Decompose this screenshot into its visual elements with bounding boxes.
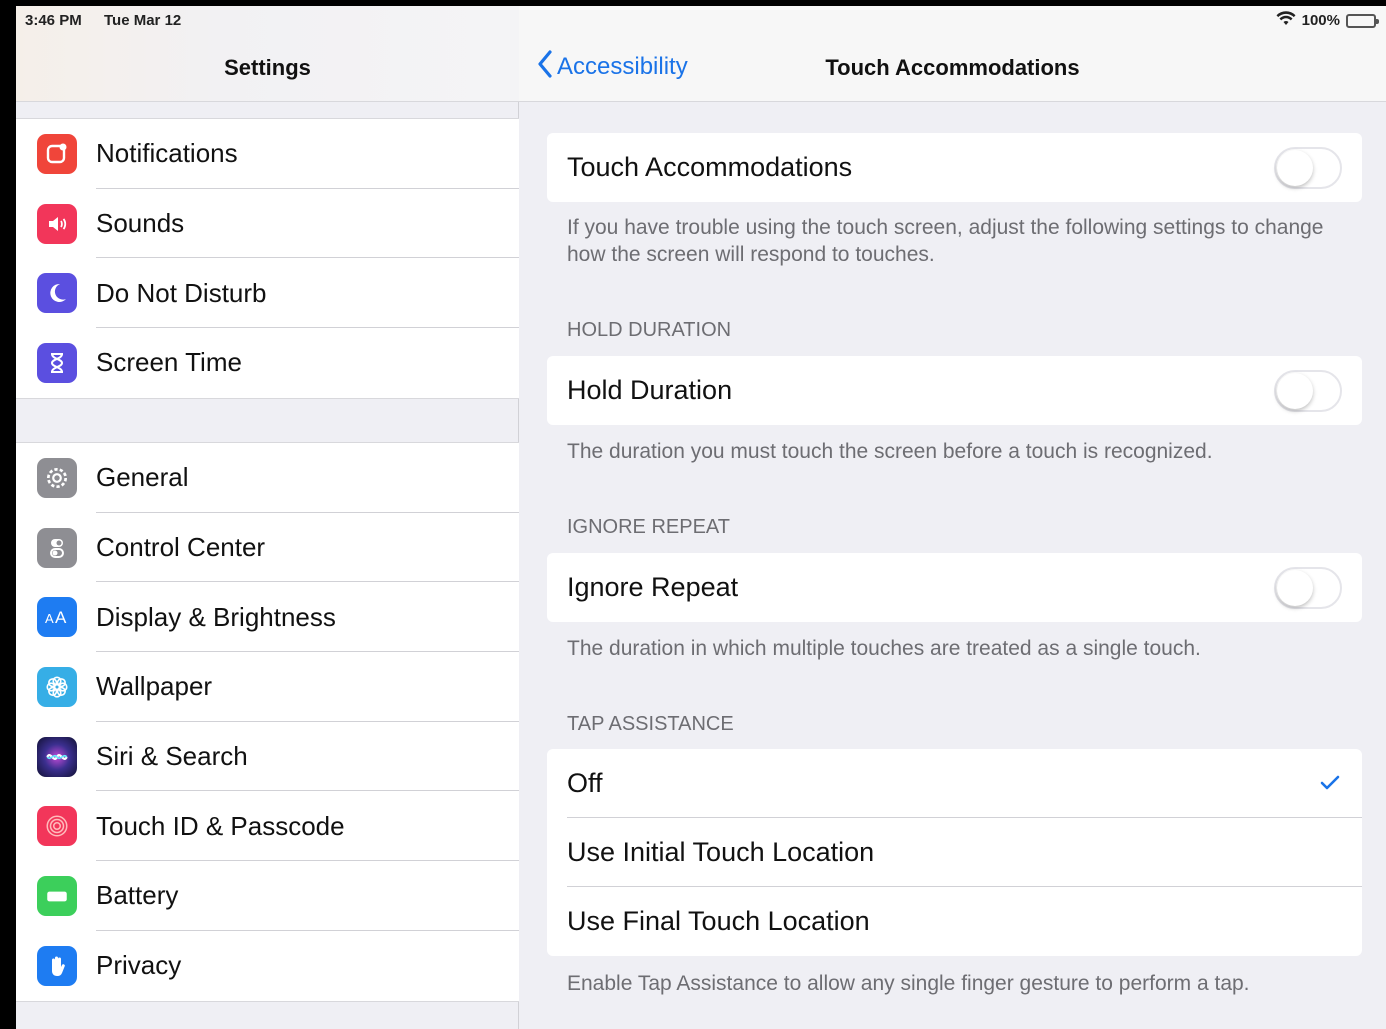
tap-option-final[interactable]: Use Final Touch Location (547, 887, 1362, 956)
hold-duration-row: Hold Duration (547, 356, 1362, 425)
hand-icon (37, 945, 77, 986)
sidebar-item-label: Display & Brightness (96, 601, 336, 632)
touch-accommodations-label: Touch Accommodations (567, 152, 853, 182)
tap-option-label: Use Initial Touch Location (567, 837, 875, 867)
ignore-repeat-header: IGNORE REPEAT (567, 516, 730, 538)
touch-accommodations-row: Touch Accommodations (547, 133, 1362, 202)
settings-group-1: Notifications Sounds Do Not Disturb Scre… (16, 118, 519, 399)
sidebar-header: 3:46 PM Tue Mar 12 Settings (16, 6, 519, 102)
status-right: 100% (1276, 11, 1379, 30)
sidebar-item-label: Sounds (96, 208, 185, 239)
sidebar-item-screen-time[interactable]: Screen Time (16, 328, 519, 398)
gear-icon (37, 457, 77, 498)
sidebar-item-label: Notifications (96, 138, 238, 169)
sidebar-item-battery[interactable]: Battery (16, 861, 519, 931)
settings-sidebar: 3:46 PM Tue Mar 12 Settings Notification… (16, 6, 519, 1029)
svg-text:A: A (45, 611, 54, 626)
fingerprint-icon (37, 806, 77, 847)
hourglass-icon (37, 342, 77, 383)
aa-icon: AA (37, 597, 77, 638)
hold-duration-label: Hold Duration (567, 375, 733, 405)
switches-icon (37, 527, 77, 568)
ignore-repeat-card: Ignore Repeat (547, 553, 1362, 622)
tap-option-label: Off (567, 768, 603, 798)
notifications-icon (37, 133, 77, 174)
tap-option-label: Use Final Touch Location (567, 906, 870, 936)
toggle-knob (1277, 569, 1313, 606)
sidebar-item-label: Privacy (96, 950, 182, 981)
tap-assistance-header: TAP ASSISTANCE (567, 713, 734, 735)
ignore-repeat-label: Ignore Repeat (567, 572, 739, 602)
detail-pane: 100% Accessibility Touch Accommodations … (519, 6, 1386, 1029)
sidebar-item-siri-search[interactable]: Siri & Search (16, 722, 519, 792)
sidebar-title: Settings (224, 55, 311, 80)
sidebar-item-do-not-disturb[interactable]: Do Not Disturb (16, 258, 519, 329)
sidebar-item-notifications[interactable]: Notifications (16, 119, 519, 189)
ignore-repeat-row: Ignore Repeat (547, 553, 1362, 622)
touch-accommodations-card: Touch Accommodations (547, 133, 1362, 202)
sidebar-item-privacy[interactable]: Privacy (16, 931, 519, 1001)
touch-accommodations-toggle[interactable] (1274, 146, 1342, 189)
siri-icon (37, 736, 77, 777)
sidebar-item-wallpaper[interactable]: Wallpaper (16, 652, 519, 722)
sidebar-item-label: Control Center (96, 532, 266, 563)
tap-option-off[interactable]: Off (547, 749, 1362, 818)
hold-duration-footer: The duration you must touch the screen b… (567, 440, 1213, 463)
status-battery-icon (1346, 13, 1379, 28)
sidebar-item-label: Battery (96, 880, 179, 911)
sidebar-item-label: Screen Time (96, 347, 242, 378)
tap-assistance-card: Off Use Initial Touch Location Use Final… (547, 749, 1362, 956)
hold-duration-header: HOLD DURATION (567, 319, 732, 341)
flower-icon (37, 666, 77, 707)
touch-accommodations-footer: If you have trouble using the touch scre… (567, 216, 1324, 266)
hold-duration-toggle[interactable] (1274, 369, 1342, 412)
hold-duration-card: Hold Duration (547, 356, 1362, 425)
wifi-icon (1276, 11, 1296, 30)
sidebar-item-control-center[interactable]: Control Center (16, 513, 519, 583)
sidebar-item-sounds[interactable]: Sounds (16, 189, 519, 259)
moon-icon (37, 273, 77, 314)
sidebar-item-label: Siri & Search (96, 741, 248, 772)
page-title: Touch Accommodations (825, 55, 1080, 80)
settings-group-2: General Control Center AA Display & Brig… (16, 442, 519, 1002)
sidebar-item-general[interactable]: General (16, 443, 519, 513)
checkmark-icon (1320, 770, 1340, 798)
toggle-knob (1277, 149, 1313, 186)
ignore-repeat-footer: The duration in which multiple touches a… (567, 637, 1201, 660)
svg-text:A: A (55, 608, 67, 627)
tap-assistance-footer: Enable Tap Assistance to allow any singl… (567, 972, 1250, 995)
sidebar-item-touch-id-passcode[interactable]: Touch ID & Passcode (16, 791, 519, 862)
status-time: 3:46 PM (25, 12, 82, 29)
sidebar-item-label: Do Not Disturb (96, 277, 267, 308)
sidebar-item-label: Wallpaper (96, 671, 213, 702)
battery-icon (37, 875, 77, 916)
detail-header: 100% Accessibility Touch Accommodations (519, 6, 1386, 102)
sidebar-item-label: General (96, 462, 189, 493)
sidebar-item-display-brightness[interactable]: AA Display & Brightness (16, 582, 519, 653)
tap-option-initial[interactable]: Use Initial Touch Location (547, 818, 1362, 887)
sidebar-item-label: Touch ID & Passcode (96, 810, 345, 841)
battery-percent: 100% (1301, 12, 1340, 29)
sounds-icon (37, 203, 77, 244)
ipad-screen: 3:46 PM Tue Mar 12 Settings Notification… (16, 6, 1386, 1029)
toggle-knob (1277, 372, 1313, 409)
status-date: Tue Mar 12 (104, 12, 182, 29)
ignore-repeat-toggle[interactable] (1274, 566, 1342, 609)
